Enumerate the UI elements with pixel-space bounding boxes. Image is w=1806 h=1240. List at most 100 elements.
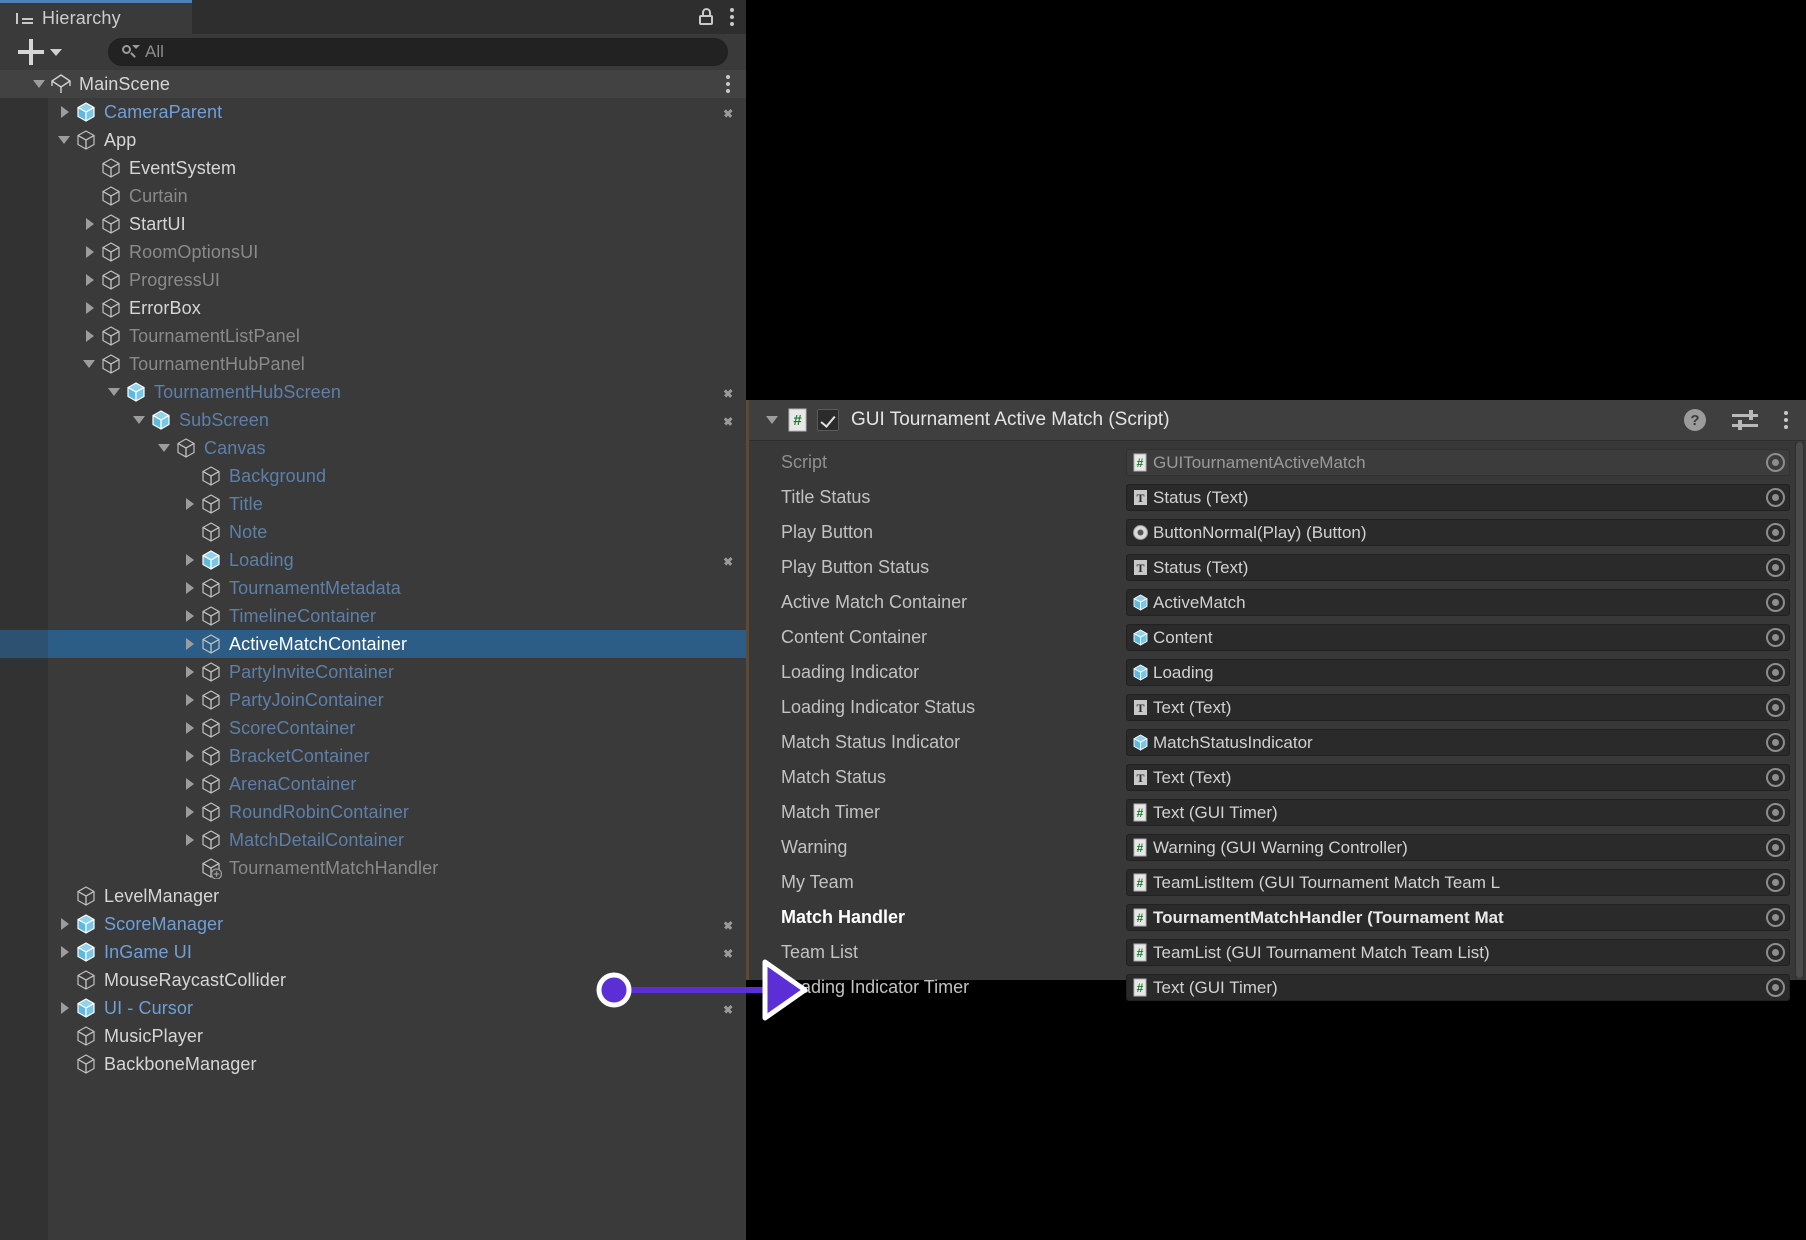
chevron-right-icon[interactable] [180, 550, 200, 570]
hierarchy-row-musicplayer[interactable]: MusicPlayer [0, 1022, 746, 1050]
hierarchy-row-loading[interactable]: Loading [0, 546, 746, 574]
chevron-right-icon[interactable] [80, 298, 100, 318]
object-picker-icon[interactable] [1766, 523, 1785, 542]
object-reference-field[interactable]: ActiveMatch [1126, 589, 1790, 616]
hierarchy-row-ingame-ui[interactable]: InGame UI [0, 938, 746, 966]
component-foldout-icon[interactable] [763, 410, 783, 430]
hierarchy-row-levelmanager[interactable]: LevelManager [0, 882, 746, 910]
hierarchy-row-mainscene[interactable]: MainScene [0, 70, 746, 98]
hierarchy-row-note[interactable]: Note [0, 518, 746, 546]
hierarchy-row-matchdetailcontainer[interactable]: MatchDetailContainer [0, 826, 746, 854]
hierarchy-row-app[interactable]: App [0, 126, 746, 154]
chevron-right-icon[interactable] [180, 662, 200, 682]
chevron-down-icon[interactable] [130, 410, 150, 430]
prefab-open-chevron-icon[interactable] [724, 916, 736, 932]
chevron-right-icon[interactable] [180, 494, 200, 514]
prefab-open-chevron-icon[interactable] [724, 944, 736, 960]
hierarchy-row-activematchcontainer[interactable]: ActiveMatchContainer [0, 630, 746, 658]
kebab-menu-icon[interactable] [1784, 410, 1790, 430]
hierarchy-row-tournamentmatchhandler[interactable]: TournamentMatchHandler [0, 854, 746, 882]
object-picker-icon[interactable] [1766, 978, 1785, 997]
scene-kebab-menu-icon[interactable] [726, 74, 732, 94]
hierarchy-row-startui[interactable]: StartUI [0, 210, 746, 238]
chevron-right-icon[interactable] [180, 718, 200, 738]
object-picker-icon[interactable] [1766, 803, 1785, 822]
prefab-open-chevron-icon[interactable] [724, 384, 736, 400]
object-reference-field[interactable]: MatchStatusIndicator [1126, 729, 1790, 756]
object-picker-icon[interactable] [1766, 943, 1785, 962]
chevron-right-icon[interactable] [180, 774, 200, 794]
chevron-right-icon[interactable] [80, 270, 100, 290]
chevron-down-icon[interactable] [55, 130, 75, 150]
object-picker-icon[interactable] [1766, 663, 1785, 682]
preset-settings-icon[interactable] [1732, 409, 1758, 431]
chevron-right-icon[interactable] [55, 914, 75, 934]
hierarchy-row-mouseraycastcollider[interactable]: MouseRaycastCollider [0, 966, 746, 994]
chevron-right-icon[interactable] [80, 326, 100, 346]
hierarchy-tree[interactable]: MainSceneCameraParentAppEventSystemCurta… [0, 70, 746, 1240]
hierarchy-row-progressui[interactable]: ProgressUI [0, 266, 746, 294]
create-button[interactable] [12, 39, 68, 65]
hierarchy-row-scoremanager[interactable]: ScoreManager [0, 910, 746, 938]
hierarchy-row-curtain[interactable]: Curtain [0, 182, 746, 210]
hierarchy-row-canvas[interactable]: Canvas [0, 434, 746, 462]
chevron-down-icon[interactable] [155, 438, 175, 458]
chevron-right-icon[interactable] [80, 214, 100, 234]
hierarchy-row-tournamentmetadata[interactable]: TournamentMetadata [0, 574, 746, 602]
chevron-right-icon[interactable] [180, 802, 200, 822]
chevron-right-icon[interactable] [55, 942, 75, 962]
chevron-right-icon[interactable] [180, 746, 200, 766]
object-picker-icon[interactable] [1766, 628, 1785, 647]
hierarchy-row-tournamentlistpanel[interactable]: TournamentListPanel [0, 322, 746, 350]
prefab-open-chevron-icon[interactable] [724, 104, 736, 120]
object-picker-icon[interactable] [1766, 488, 1785, 507]
object-picker-icon[interactable] [1766, 733, 1785, 752]
object-reference-field[interactable]: TStatus (Text) [1126, 554, 1790, 581]
hierarchy-row-background[interactable]: Background [0, 462, 746, 490]
chevron-right-icon[interactable] [55, 102, 75, 122]
hierarchy-row-timelinecontainer[interactable]: TimelineContainer [0, 602, 746, 630]
help-icon[interactable]: ? [1684, 409, 1706, 431]
object-picker-icon[interactable] [1766, 453, 1785, 472]
chevron-right-icon[interactable] [180, 690, 200, 710]
search-input[interactable]: All [108, 38, 728, 66]
hierarchy-row-errorbox[interactable]: ErrorBox [0, 294, 746, 322]
component-enabled-checkbox[interactable] [817, 409, 839, 431]
object-picker-icon[interactable] [1766, 838, 1785, 857]
hierarchy-row-ui-cursor[interactable]: UI - Cursor [0, 994, 746, 1022]
hierarchy-row-cameraparent[interactable]: CameraParent [0, 98, 746, 126]
hierarchy-row-title[interactable]: Title [0, 490, 746, 518]
object-picker-icon[interactable] [1766, 593, 1785, 612]
lock-icon[interactable] [698, 8, 714, 26]
kebab-menu-icon[interactable] [730, 7, 736, 27]
chevron-right-icon[interactable] [180, 578, 200, 598]
tab-hierarchy[interactable]: Hierarchy [0, 0, 192, 34]
object-reference-field[interactable]: #TeamListItem (GUI Tournament Match Team… [1126, 869, 1790, 896]
prefab-open-chevron-icon[interactable] [724, 412, 736, 428]
hierarchy-row-eventsystem[interactable]: EventSystem [0, 154, 746, 182]
hierarchy-row-partyjoincontainer[interactable]: PartyJoinContainer [0, 686, 746, 714]
chevron-down-icon[interactable] [30, 74, 50, 94]
object-reference-field[interactable]: TText (Text) [1126, 694, 1790, 721]
hierarchy-row-roomoptionsui[interactable]: RoomOptionsUI [0, 238, 746, 266]
chevron-right-icon[interactable] [180, 830, 200, 850]
chevron-down-icon[interactable] [105, 382, 125, 402]
chevron-right-icon[interactable] [180, 634, 200, 654]
object-reference-field[interactable]: Loading [1126, 659, 1790, 686]
object-reference-field[interactable]: TStatus (Text) [1126, 484, 1790, 511]
prefab-open-chevron-icon[interactable] [724, 1000, 736, 1016]
object-reference-field[interactable]: #TournamentMatchHandler (Tournament Mat [1126, 904, 1790, 931]
object-picker-icon[interactable] [1766, 908, 1785, 927]
object-reference-field[interactable]: #Text (GUI Timer) [1126, 799, 1790, 826]
object-picker-icon[interactable] [1766, 873, 1785, 892]
chevron-right-icon[interactable] [55, 998, 75, 1018]
hierarchy-row-scorecontainer[interactable]: ScoreContainer [0, 714, 746, 742]
hierarchy-row-arenacontainer[interactable]: ArenaContainer [0, 770, 746, 798]
object-reference-field[interactable]: #TeamList (GUI Tournament Match Team Lis… [1126, 939, 1790, 966]
component-header[interactable]: # GUI Tournament Active Match (Script) ? [749, 400, 1806, 441]
object-picker-icon[interactable] [1766, 698, 1785, 717]
chevron-right-icon[interactable] [180, 606, 200, 626]
object-reference-field[interactable]: Content [1126, 624, 1790, 651]
chevron-down-icon[interactable] [80, 354, 100, 374]
hierarchy-row-tournamenthubscreen[interactable]: TournamentHubScreen [0, 378, 746, 406]
